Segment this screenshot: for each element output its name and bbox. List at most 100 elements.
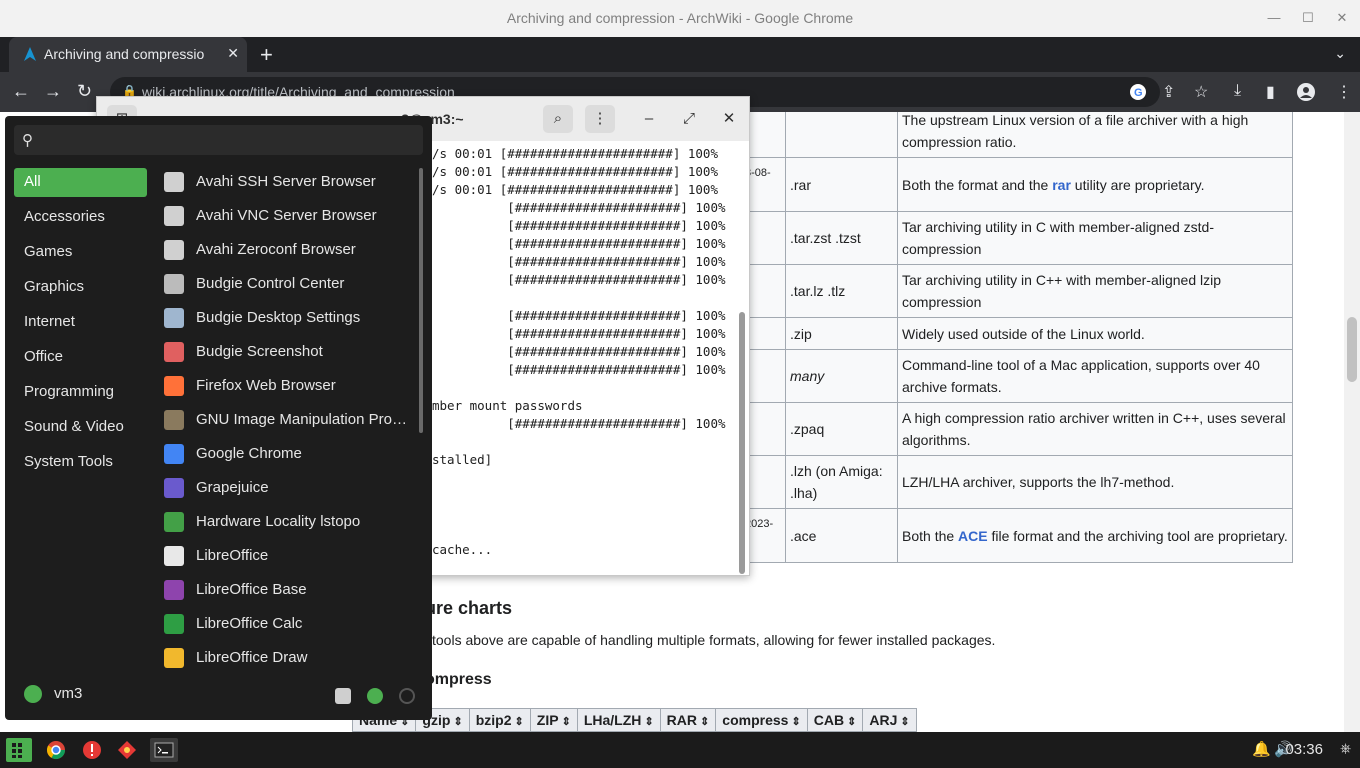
profile-icon[interactable] bbox=[1296, 82, 1316, 102]
menu-app-item[interactable]: LibreOffice bbox=[164, 541, 416, 571]
menu-app-item[interactable]: Avahi SSH Server Browser bbox=[164, 167, 416, 197]
menu-app-item[interactable]: Avahi Zeroconf Browser bbox=[164, 235, 416, 265]
page-scrollbar[interactable] bbox=[1344, 112, 1360, 732]
menu-app-item[interactable]: Grapejuice bbox=[164, 473, 416, 503]
network-icon[interactable]: ⎈ bbox=[1340, 740, 1360, 760]
maximize-icon[interactable]: ☐ bbox=[1298, 8, 1318, 28]
sortable-column-header[interactable]: LHa/LZH ⇕ bbox=[576, 708, 661, 732]
menu-app-item[interactable]: LibreOffice Draw bbox=[164, 643, 416, 673]
table-cell-extension: .tar.zst .tzst bbox=[785, 211, 898, 265]
chrome-menu-icon[interactable]: ⋮ bbox=[1336, 82, 1352, 102]
tab-strip: Archiving and compressio ✕ + ⌄ bbox=[0, 37, 1360, 72]
terminal-minimize-icon[interactable]: – bbox=[634, 105, 664, 133]
menu-app-item[interactable]: Hardware Locality lstopo bbox=[164, 507, 416, 537]
menu-search-input[interactable]: ⚲ bbox=[14, 125, 423, 155]
menu-category-programming[interactable]: Programming bbox=[14, 378, 147, 407]
sort-icon[interactable]: ⇕ bbox=[844, 716, 856, 728]
share-icon[interactable]: ⇪ bbox=[1162, 82, 1175, 102]
terminal-taskbar-icon[interactable] bbox=[150, 738, 178, 762]
power-icon[interactable] bbox=[399, 688, 415, 704]
wiki-link[interactable]: ACE bbox=[958, 528, 988, 544]
page-scrollbar-thumb[interactable] bbox=[1347, 317, 1357, 382]
menu-category-games[interactable]: Games bbox=[14, 238, 147, 267]
sortable-column-header[interactable]: RAR ⇕ bbox=[659, 708, 717, 732]
software-taskbar-icon[interactable] bbox=[117, 740, 137, 760]
sortable-column-header[interactable]: CAB ⇕ bbox=[806, 708, 864, 732]
sortable-column-header[interactable]: compress ⇕ bbox=[715, 708, 808, 732]
app-label: Google Chrome bbox=[196, 445, 302, 462]
lock-screen-icon[interactable] bbox=[367, 688, 383, 704]
download-icon[interactable]: ⤓ bbox=[1234, 82, 1241, 100]
sortable-column-header[interactable]: bzip2 ⇕ bbox=[468, 708, 531, 732]
section-paragraph: tools above are capable of handling mult… bbox=[432, 632, 996, 648]
close-icon[interactable]: ✕ bbox=[1332, 8, 1352, 28]
chrome-taskbar-icon[interactable] bbox=[46, 740, 66, 760]
menu-category-sound-video[interactable]: Sound & Video bbox=[14, 413, 147, 442]
minimize-icon[interactable]: — bbox=[1264, 8, 1284, 28]
app-menu-button[interactable] bbox=[6, 738, 32, 762]
tab-search-icon[interactable]: ⌄ bbox=[1334, 45, 1346, 62]
terminal-line: [######################] 100% bbox=[432, 308, 726, 323]
sort-icon[interactable]: ⇕ bbox=[641, 716, 653, 728]
menu-app-item[interactable]: Budgie Control Center bbox=[164, 269, 416, 299]
menu-app-item[interactable]: LibreOffice Base bbox=[164, 575, 416, 605]
menu-app-item[interactable]: GNU Image Manipulation Program bbox=[164, 405, 416, 435]
menu-app-item[interactable]: Google Chrome bbox=[164, 439, 416, 469]
terminal-maximize-icon[interactable]: ⤢ bbox=[674, 105, 704, 133]
settings-icon[interactable] bbox=[335, 688, 351, 704]
terminal-line: [######################] 100% bbox=[432, 272, 726, 287]
terminal-scrollbar[interactable] bbox=[739, 312, 745, 574]
terminal-search-icon[interactable]: ⌕ bbox=[543, 105, 573, 133]
menu-category-graphics[interactable]: Graphics bbox=[14, 273, 147, 302]
app-label: Budgie Control Center bbox=[196, 275, 345, 292]
notifications-icon[interactable]: 🔔 bbox=[1252, 740, 1272, 760]
terminal-line: stalled] bbox=[432, 452, 493, 467]
menu-category-accessories[interactable]: Accessories bbox=[14, 203, 147, 232]
tab-archwiki[interactable]: Archiving and compressio ✕ bbox=[9, 37, 247, 72]
terminal-line: mber mount passwords bbox=[432, 398, 583, 413]
sort-icon[interactable]: ⇕ bbox=[559, 716, 571, 728]
menu-category-internet[interactable]: Internet bbox=[14, 308, 147, 337]
forward-icon[interactable]: → bbox=[44, 81, 62, 102]
sortable-column-header[interactable]: ARJ ⇕ bbox=[862, 708, 917, 732]
app-label: Avahi Zeroconf Browser bbox=[196, 241, 356, 258]
menu-app-item[interactable]: Budgie Desktop Settings bbox=[164, 303, 416, 333]
back-icon[interactable]: ← bbox=[12, 81, 30, 102]
svg-text:G: G bbox=[1134, 87, 1143, 99]
side-panel-icon[interactable]: ▮ bbox=[1266, 82, 1275, 102]
sort-icon[interactable]: ⇕ bbox=[788, 716, 801, 728]
menu-scrollbar[interactable] bbox=[419, 168, 423, 433]
sort-icon[interactable]: ⇕ bbox=[897, 716, 909, 728]
table-cell-description: LZH/LHA archiver, supports the lh7-metho… bbox=[897, 455, 1293, 509]
bookmark-star-icon[interactable]: ☆ bbox=[1194, 82, 1208, 102]
terminal-line: /s 00:01 [######################] 100% bbox=[432, 164, 718, 179]
menu-category-all[interactable]: All bbox=[14, 168, 147, 197]
sort-icon[interactable]: ⇕ bbox=[511, 716, 524, 728]
table-cell-extension bbox=[785, 112, 898, 158]
sortable-column-header[interactable]: ZIP ⇕ bbox=[529, 708, 578, 732]
menu-app-item[interactable]: LibreOffice Calc bbox=[164, 609, 416, 639]
terminal-close-icon[interactable]: ✕ bbox=[714, 105, 744, 133]
terminal-menu-icon[interactable]: ⋮ bbox=[585, 105, 615, 133]
terminal-icon bbox=[154, 742, 174, 758]
tab-close-icon[interactable]: ✕ bbox=[227, 45, 239, 62]
alert-taskbar-icon[interactable] bbox=[82, 740, 102, 760]
terminal-output[interactable]: /s 00:01 [######################] 100% /s… bbox=[432, 145, 742, 559]
sort-icon[interactable]: ⇕ bbox=[697, 716, 709, 728]
menu-app-item[interactable]: Avahi VNC Server Browser bbox=[164, 201, 416, 231]
wiki-link[interactable]: rar bbox=[1052, 177, 1071, 193]
sort-icon[interactable]: ⇕ bbox=[450, 716, 462, 728]
app-label: Avahi SSH Server Browser bbox=[196, 173, 376, 190]
menu-category-office[interactable]: Office bbox=[14, 343, 147, 372]
table-row: .zpaq A high compression ratio archiver w… bbox=[740, 402, 1293, 456]
user-account[interactable]: vm3 bbox=[24, 685, 82, 704]
menu-category-system-tools[interactable]: System Tools bbox=[14, 448, 147, 477]
reload-icon[interactable]: ↻ bbox=[77, 81, 92, 102]
menu-app-item[interactable]: Budgie Screenshot bbox=[164, 337, 416, 367]
google-icon[interactable]: G bbox=[1129, 83, 1147, 101]
menu-app-item[interactable]: Firefox Web Browser bbox=[164, 371, 416, 401]
app-icon bbox=[164, 240, 184, 260]
clock[interactable]: 03:36 bbox=[1285, 741, 1323, 758]
new-tab-icon[interactable]: + bbox=[260, 42, 273, 68]
